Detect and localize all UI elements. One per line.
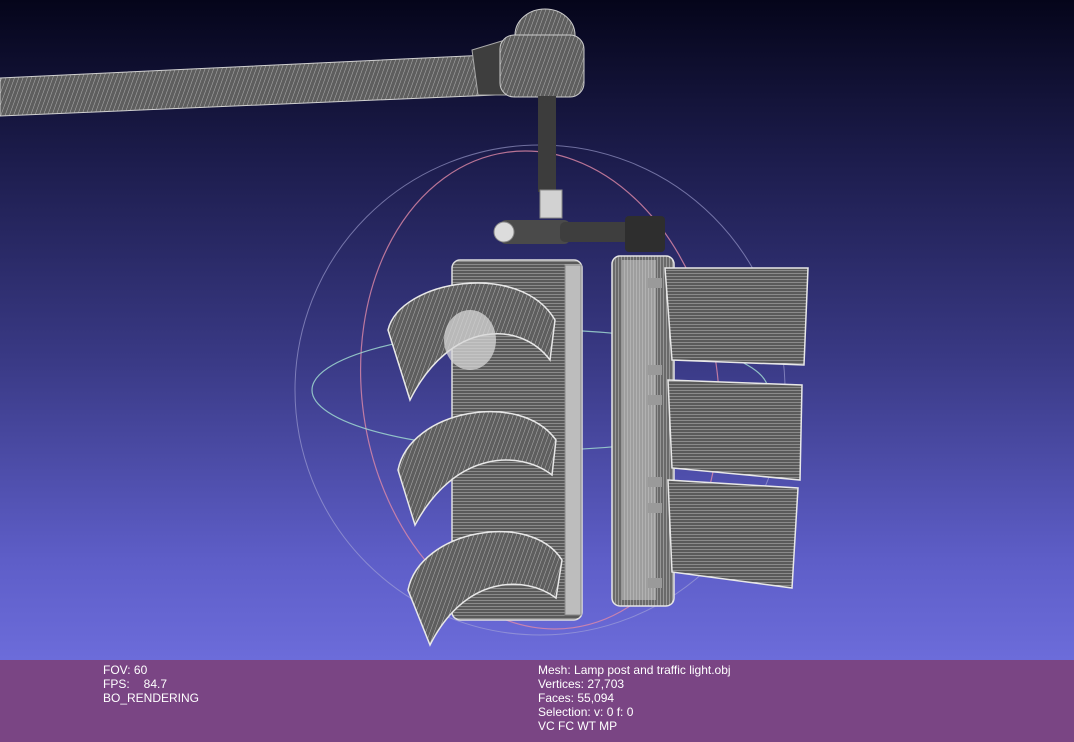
mesh-render [0,8,809,647]
selection-label: Selection: [538,705,591,719]
render-flags: VC FC WT MP [538,719,618,733]
render-mode: BO_RENDERING [103,691,200,705]
lamp-post-arm [0,8,585,117]
mesh-readout: Mesh: Lamp post and traffic light.obj [538,663,731,677]
hanger-pole [493,96,665,252]
mesh-name: Lamp post and traffic light.obj [574,663,731,677]
fov-readout: FOV: 60 [103,663,199,677]
render-stats: FOV: 60 FPS: 84.7 BO_RENDERING [103,663,199,705]
fov-value: 60 [133,663,148,677]
vertices-value: 27,703 [587,677,625,691]
faces-readout: Faces: 55,094 [538,691,731,705]
vertices-readout: Vertices: 27,703 [538,677,731,691]
selection-value: v: 0 f: 0 [594,705,634,719]
fps-value: 84.7 [143,677,168,691]
selection-readout: Selection: v: 0 f: 0 [538,705,731,719]
fps-readout: FPS: 84.7 [103,677,199,691]
mesh-label: Mesh: [538,663,571,677]
fps-label: FPS: [103,677,130,691]
left-signal-head [387,259,583,647]
3d-viewport[interactable] [0,0,1074,660]
mesh-stats: Mesh: Lamp post and traffic light.obj Ve… [538,663,731,733]
vertices-label: Vertices: [538,677,585,691]
faces-label: Faces: [538,691,575,705]
faces-value: 55,094 [577,691,615,705]
fov-label: FOV: [103,663,131,677]
info-overlay-bar: FOV: 60 FPS: 84.7 BO_RENDERING Mesh: Lamp… [0,660,1074,742]
right-signal-head [611,255,809,607]
